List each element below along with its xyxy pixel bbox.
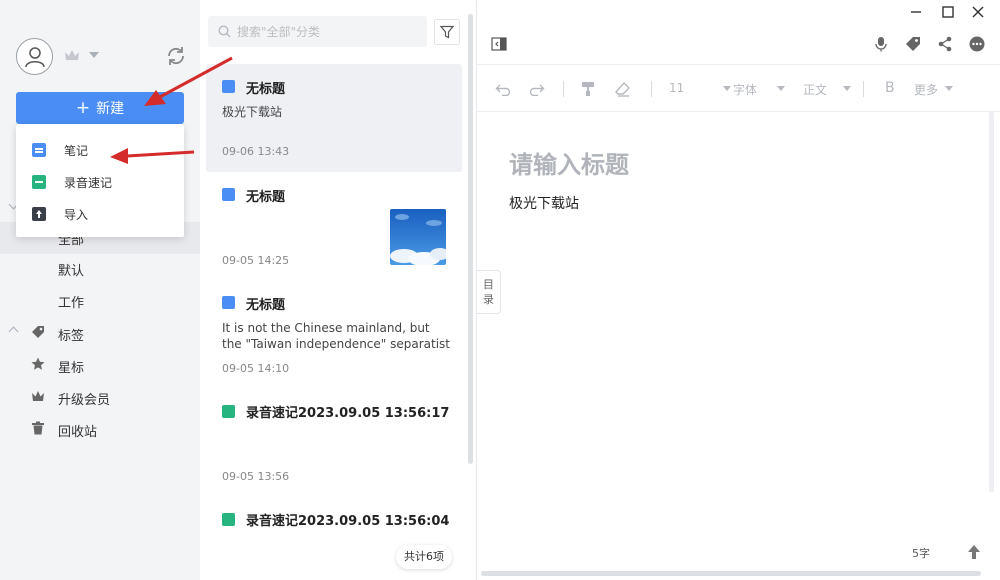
font-size-select[interactable]: 11 <box>669 81 684 95</box>
paragraph-style-select[interactable]: 正文 <box>803 81 827 98</box>
nav-tags[interactable]: 标签 <box>58 325 84 344</box>
word-count: 5字 <box>912 547 930 560</box>
import-icon <box>32 207 46 221</box>
paragraph-style-caret-icon[interactable] <box>843 86 851 91</box>
microphone-icon[interactable] <box>875 36 887 52</box>
note-icon <box>222 296 235 309</box>
note-thumbnail <box>390 209 446 265</box>
new-dropdown-menu: 笔记 录音速记 导入 <box>16 124 184 237</box>
trash-icon <box>32 421 44 435</box>
note-list-item[interactable]: 录音速记2023.09.05 13:56:17 09-05 13:56 <box>206 388 462 496</box>
note-list-item[interactable]: 无标题 09-05 14:25 <box>206 172 462 280</box>
editor-panel: 11 字体 正文 B 更多 请输入标题 极光下载站 目 录 5字 <box>476 0 1000 580</box>
note-count-badge: 共计6项 <box>396 545 452 569</box>
tag-icon[interactable] <box>905 36 921 52</box>
font-size-caret-icon[interactable] <box>723 86 731 91</box>
toc-tab-char: 录 <box>483 293 494 306</box>
tags-expand-chevron-icon[interactable] <box>8 326 19 337</box>
note-icon <box>222 188 235 201</box>
note-list-item[interactable]: 无标题 It is not the Chinese mainland, but … <box>206 280 462 388</box>
crown-icon <box>32 391 44 401</box>
table-of-contents-tab[interactable]: 目 录 <box>477 270 501 314</box>
menu-item-label: 导入 <box>64 207 89 222</box>
close-icon[interactable] <box>971 5 985 19</box>
vip-crown-icon[interactable] <box>64 48 80 62</box>
search-icon <box>218 25 231 38</box>
plus-icon: + <box>75 97 91 118</box>
note-title-input[interactable]: 请输入标题 <box>509 145 629 180</box>
maximize-icon[interactable] <box>941 5 955 19</box>
menu-item-import[interactable]: 导入 <box>16 198 184 230</box>
note-date: 09-05 14:25 <box>222 254 290 267</box>
sync-icon[interactable] <box>165 45 187 67</box>
note-list-panel: 无标题 极光下载站 09-06 13:43 无标题 09-05 14:25 <box>200 0 476 580</box>
filter-button[interactable] <box>434 19 460 45</box>
note-date: 09-06 13:43 <box>222 145 290 158</box>
new-button[interactable]: + 新建 <box>16 92 184 124</box>
note-date: 09-05 13:56 <box>222 470 290 483</box>
new-button-label: 新建 <box>96 101 125 117</box>
toggle-sidebar-icon[interactable] <box>491 37 507 51</box>
nav-trash[interactable]: 回收站 <box>58 421 97 440</box>
category-work[interactable]: 工作 <box>58 292 84 311</box>
editor-scrollbar-track[interactable] <box>989 112 994 492</box>
search-input[interactable] <box>237 24 417 39</box>
note-title: 录音速记2023.09.05 13:56:04 <box>246 514 450 529</box>
more-tools-caret-icon[interactable] <box>945 86 953 91</box>
note-snippet: It is not the Chinese mainland, but the … <box>222 321 450 351</box>
nav-upgrade-vip[interactable]: 升级会员 <box>58 389 110 408</box>
note-list-item[interactable]: 无标题 极光下载站 09-06 13:43 <box>206 64 462 172</box>
undo-icon[interactable] <box>495 82 511 96</box>
nav-starred[interactable]: 星标 <box>58 357 84 376</box>
search-box <box>208 16 427 47</box>
record-icon <box>222 405 235 418</box>
vip-dropdown-chevron-icon[interactable] <box>89 52 99 58</box>
format-painter-icon[interactable] <box>581 81 595 97</box>
eraser-icon[interactable] <box>615 81 631 97</box>
minimize-icon[interactable] <box>909 5 923 19</box>
filter-icon <box>440 25 454 39</box>
note-title: 录音速记2023.09.05 13:56:17 <box>246 406 450 421</box>
sky-clouds-image <box>390 209 446 265</box>
font-family-select[interactable]: 字体 <box>733 81 757 98</box>
note-icon <box>32 143 46 157</box>
note-list-scrollbar[interactable] <box>468 14 473 464</box>
share-icon[interactable] <box>937 36 953 52</box>
toolbar-separator <box>651 81 652 97</box>
redo-icon[interactable] <box>529 82 545 96</box>
note-title: 无标题 <box>246 298 286 313</box>
editor-horizontal-scrollbar[interactable] <box>481 571 981 576</box>
bold-button[interactable]: B <box>885 80 895 96</box>
toc-tab-char: 目 <box>483 278 494 291</box>
star-icon <box>31 357 45 370</box>
menu-item-note[interactable]: 笔记 <box>16 134 184 166</box>
category-default[interactable]: 默认 <box>58 260 84 279</box>
toolbar-separator <box>563 81 564 97</box>
note-snippet: 极光下载站 <box>222 105 283 119</box>
menu-item-label: 录音速记 <box>64 175 113 190</box>
back-to-top-icon[interactable] <box>967 544 981 560</box>
user-avatar[interactable] <box>16 38 53 75</box>
note-title: 无标题 <box>246 82 286 97</box>
user-icon <box>25 47 45 68</box>
menu-item-label: 笔记 <box>64 143 89 158</box>
font-family-caret-icon[interactable] <box>777 86 785 91</box>
record-icon <box>222 513 235 526</box>
record-icon <box>32 175 46 189</box>
formatting-toolbar: 11 字体 正文 B 更多 <box>477 64 1000 112</box>
tag-icon <box>32 326 44 338</box>
note-date: 09-05 14:10 <box>222 362 290 375</box>
toolbar-separator <box>863 81 864 97</box>
menu-item-voice-memo[interactable]: 录音速记 <box>16 166 184 198</box>
more-tools-button[interactable]: 更多 <box>914 81 938 98</box>
sidebar: + 新建 笔记 录音速记 导入 全部 默认 工作 标签 星标 升级会员 回收站 <box>0 0 200 580</box>
more-options-icon[interactable] <box>969 36 985 52</box>
note-icon <box>222 80 235 93</box>
note-title: 无标题 <box>246 190 286 205</box>
note-body-editor[interactable]: 极光下载站 <box>509 193 579 213</box>
